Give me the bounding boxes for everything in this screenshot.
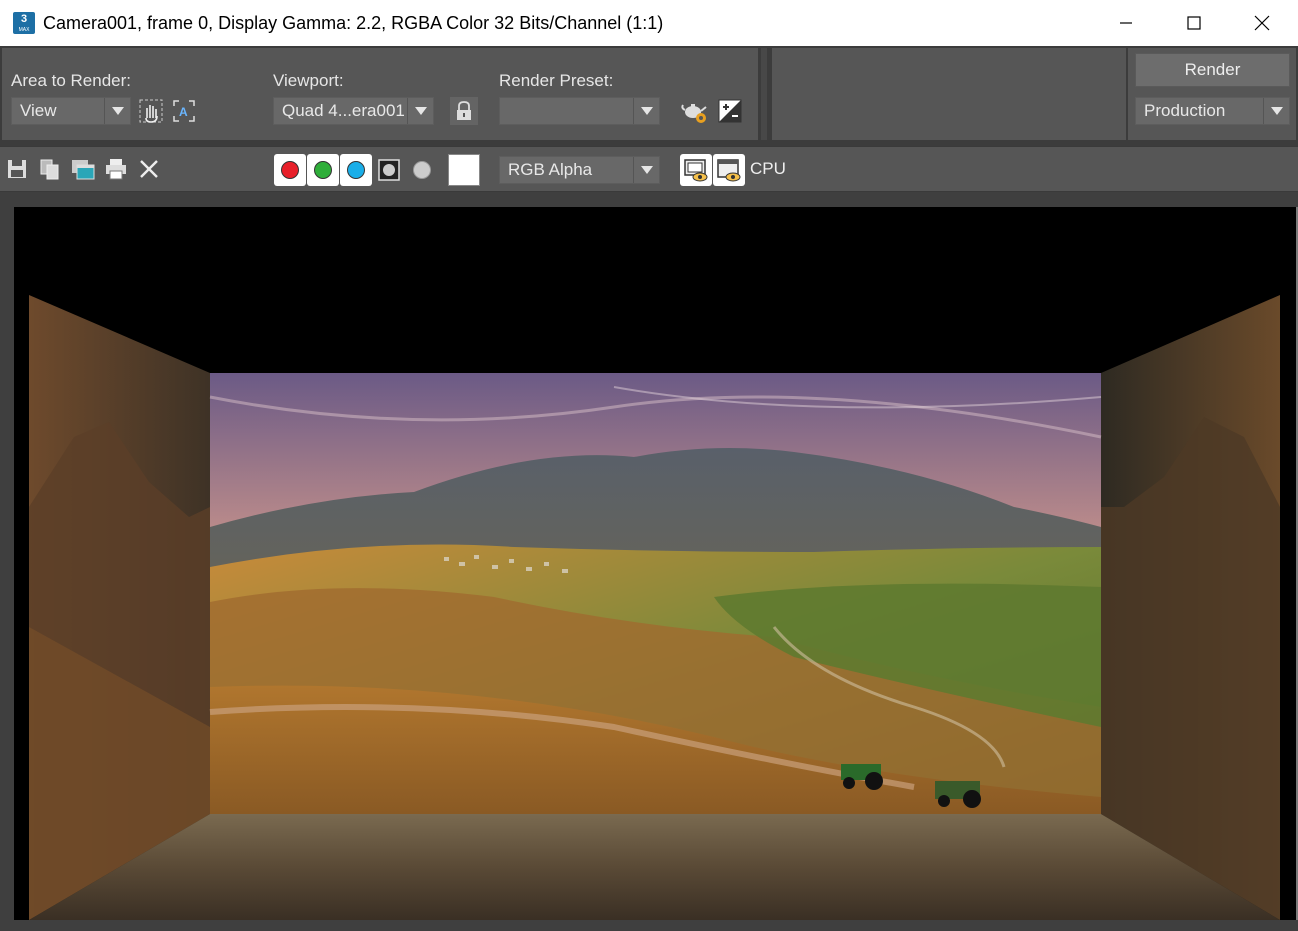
- cpu-label: CPU: [750, 159, 786, 178]
- edit-region-button[interactable]: [137, 97, 165, 125]
- chevron-down-icon: [111, 107, 124, 115]
- render-frame-area: [0, 192, 1298, 931]
- title-bar: 3 MAX Camera001, frame 0, Display Gamma:…: [0, 0, 1298, 46]
- background-color-swatch[interactable]: [448, 154, 480, 186]
- teapot-gear-icon: [681, 104, 707, 123]
- minimize-button[interactable]: [1092, 0, 1160, 46]
- alpha-channel-toggle[interactable]: [373, 154, 405, 186]
- render-setup-button[interactable]: [681, 97, 709, 125]
- close-icon: [1254, 15, 1270, 31]
- channel-display-dropdown[interactable]: RGB Alpha: [499, 156, 660, 184]
- minimize-icon: [1120, 22, 1132, 24]
- environment-effects-button[interactable]: [716, 97, 744, 125]
- save-image-button[interactable]: [4, 156, 30, 182]
- blue-channel-toggle[interactable]: [340, 154, 372, 186]
- red-dot-icon: [281, 161, 299, 179]
- green-dot-icon: [314, 161, 332, 179]
- chevron-down-icon: [1270, 107, 1283, 115]
- clone-window-icon: [72, 160, 95, 180]
- maximize-icon: [1187, 16, 1201, 30]
- render-mode-dropdown[interactable]: Production: [1135, 97, 1290, 125]
- display-eye-icon: [684, 159, 708, 182]
- hand-region-icon: [139, 99, 163, 123]
- close-button[interactable]: [1228, 0, 1296, 46]
- rendered-image[interactable]: [14, 207, 1296, 920]
- green-channel-toggle[interactable]: [307, 154, 339, 186]
- mono-dot-icon: [413, 161, 431, 179]
- chevron-down-icon: [640, 166, 653, 174]
- render-preset-dropdown[interactable]: [499, 97, 660, 125]
- window-eye-icon: [717, 159, 741, 182]
- clone-window-button[interactable]: [70, 156, 96, 182]
- area-to-render-dropdown[interactable]: View: [11, 97, 131, 125]
- print-image-button[interactable]: [103, 156, 129, 182]
- copy-image-button[interactable]: [37, 156, 63, 182]
- red-channel-toggle[interactable]: [274, 154, 306, 186]
- render-button[interactable]: Render: [1135, 53, 1290, 87]
- copy-icon: [40, 159, 59, 180]
- lock-viewport-button[interactable]: [450, 97, 478, 125]
- alpha-icon: [378, 159, 400, 181]
- rendered-room-image: [14, 207, 1296, 920]
- blue-dot-icon: [347, 161, 365, 179]
- app-icon: 3 MAX: [13, 12, 35, 34]
- lock-icon: [457, 101, 471, 120]
- auto-region-button[interactable]: A: [170, 97, 198, 125]
- window-title: Camera001, frame 0, Display Gamma: 2.2, …: [43, 12, 664, 33]
- area-to-render-label: Area to Render:: [11, 71, 132, 90]
- svg-text:A: A: [179, 105, 188, 119]
- exposure-icon: [718, 99, 742, 123]
- render-preset-label: Render Preset:: [499, 71, 614, 90]
- viewport-dropdown[interactable]: Quad 4...era001: [273, 97, 434, 125]
- chevron-down-icon: [414, 107, 427, 115]
- toggle-ui-overlay-button[interactable]: [713, 154, 745, 186]
- print-icon: [106, 159, 126, 180]
- monochrome-toggle[interactable]: [406, 154, 438, 186]
- maximize-button[interactable]: [1160, 0, 1228, 46]
- viewport-label: Viewport:: [273, 71, 344, 90]
- auto-region-icon: A: [173, 100, 195, 122]
- clear-button[interactable]: [136, 156, 162, 182]
- chevron-down-icon: [640, 107, 653, 115]
- toggle-ui-button[interactable]: [680, 154, 712, 186]
- clear-x-icon: [140, 160, 158, 178]
- frame-buffer-toolbar: RGB Alpha CPU: [0, 146, 1298, 192]
- render-settings-panel: [0, 46, 1298, 146]
- save-icon: [8, 160, 26, 178]
